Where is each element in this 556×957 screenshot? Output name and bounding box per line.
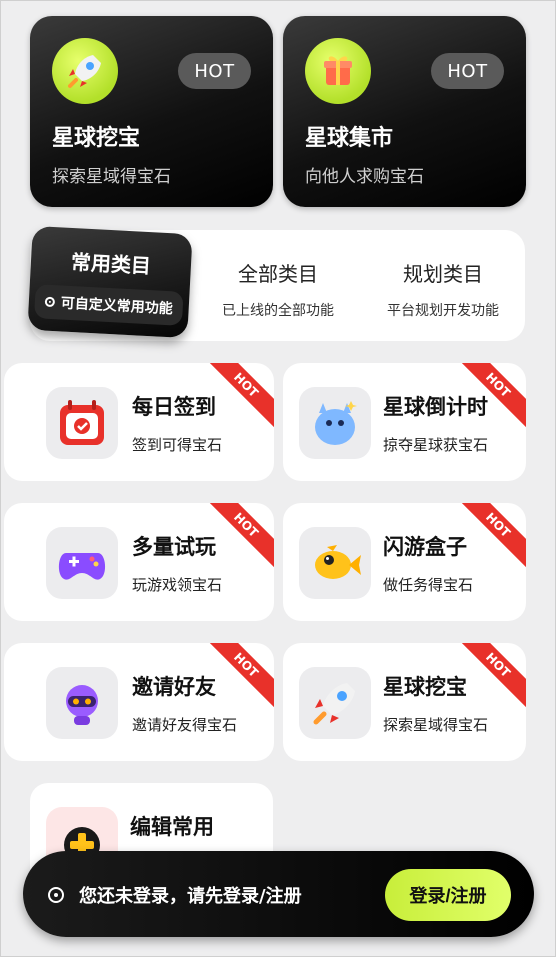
yellow-fish-icon [299,527,371,599]
tab-all-categories[interactable]: 全部类目 已上线的全部功能 [198,230,358,341]
card-daily-checkin[interactable]: 每日签到 签到可得宝石 HOT [4,363,274,481]
card-title: 闪游盒子 [383,535,467,559]
card-subtitle: 签到可得宝石 [132,436,223,454]
feature-card-star-market[interactable]: HOT 星球集市 向他人求购宝石 [283,16,526,207]
card-title: 邀请好友 [132,675,216,699]
card-multi-trial[interactable]: 多量试玩 玩游戏领宝石 HOT [4,503,274,621]
card-subtitle: 做任务得宝石 [383,576,474,594]
card-title: 每日签到 [132,395,216,419]
tab-subtitle: 已上线的全部功能 [222,303,334,319]
tab-title: 全部类目 [238,262,318,286]
card-subtitle: 探索星域得宝石 [383,716,489,734]
card-title: 多量试玩 [132,535,216,559]
rocket-icon [52,38,118,104]
card-subtitle: 玩游戏领宝石 [132,576,223,594]
tab-title: 常用类目 [70,249,152,279]
calendar-icon [46,387,118,459]
tab-subtitle: 可自定义常用功能 [60,295,174,318]
rocket-icon [299,667,371,739]
tab-subtitle: 平台规划开发功能 [387,303,499,319]
card-subtitle: 掠夺星球获宝石 [383,436,489,454]
card-title: 星球挖宝 [383,675,467,699]
feature-subtitle: 探索星域得宝石 [52,167,171,187]
radio-icon [48,887,64,903]
tab-subtitle-pill: 可自定义常用功能 [34,284,184,326]
hot-badge: HOT [431,53,504,89]
login-bar: 您还未登录，请先登录/注册 登录/注册 [23,851,534,937]
card-flash-box[interactable]: 闪游盒子 做任务得宝石 HOT [283,503,526,621]
card-title: 编辑常用 [130,815,214,839]
tab-title: 规划类目 [403,262,483,286]
gamepad-icon [46,527,118,599]
feature-title: 星球集市 [305,126,394,151]
gift-box-icon [305,38,371,104]
card-invite-friends[interactable]: 邀请好友 邀请好友得宝石 HOT [4,643,274,761]
card-subtitle: 邀请好友得宝石 [132,716,238,734]
login-prompt: 您还未登录，请先登录/注册 [79,886,302,907]
tab-planned-categories[interactable]: 规划类目 平台规划开发功能 [363,230,523,341]
card-star-digging[interactable]: 星球挖宝 探索星域得宝石 HOT [283,643,526,761]
card-title: 星球倒计时 [383,395,488,419]
tab-common-categories[interactable]: 常用类目 可自定义常用功能 [27,225,193,339]
feature-title: 星球挖宝 [52,126,141,151]
blue-creature-icon [299,387,371,459]
feature-card-star-digging[interactable]: HOT 星球挖宝 探索星域得宝石 [30,16,273,207]
radio-icon [44,296,56,308]
login-register-button[interactable]: 登录/注册 [385,869,511,921]
feature-subtitle: 向他人求购宝石 [305,167,424,187]
robot-icon [46,667,118,739]
hot-badge: HOT [178,53,251,89]
card-star-countdown[interactable]: 星球倒计时 掠夺星球获宝石 HOT [283,363,526,481]
